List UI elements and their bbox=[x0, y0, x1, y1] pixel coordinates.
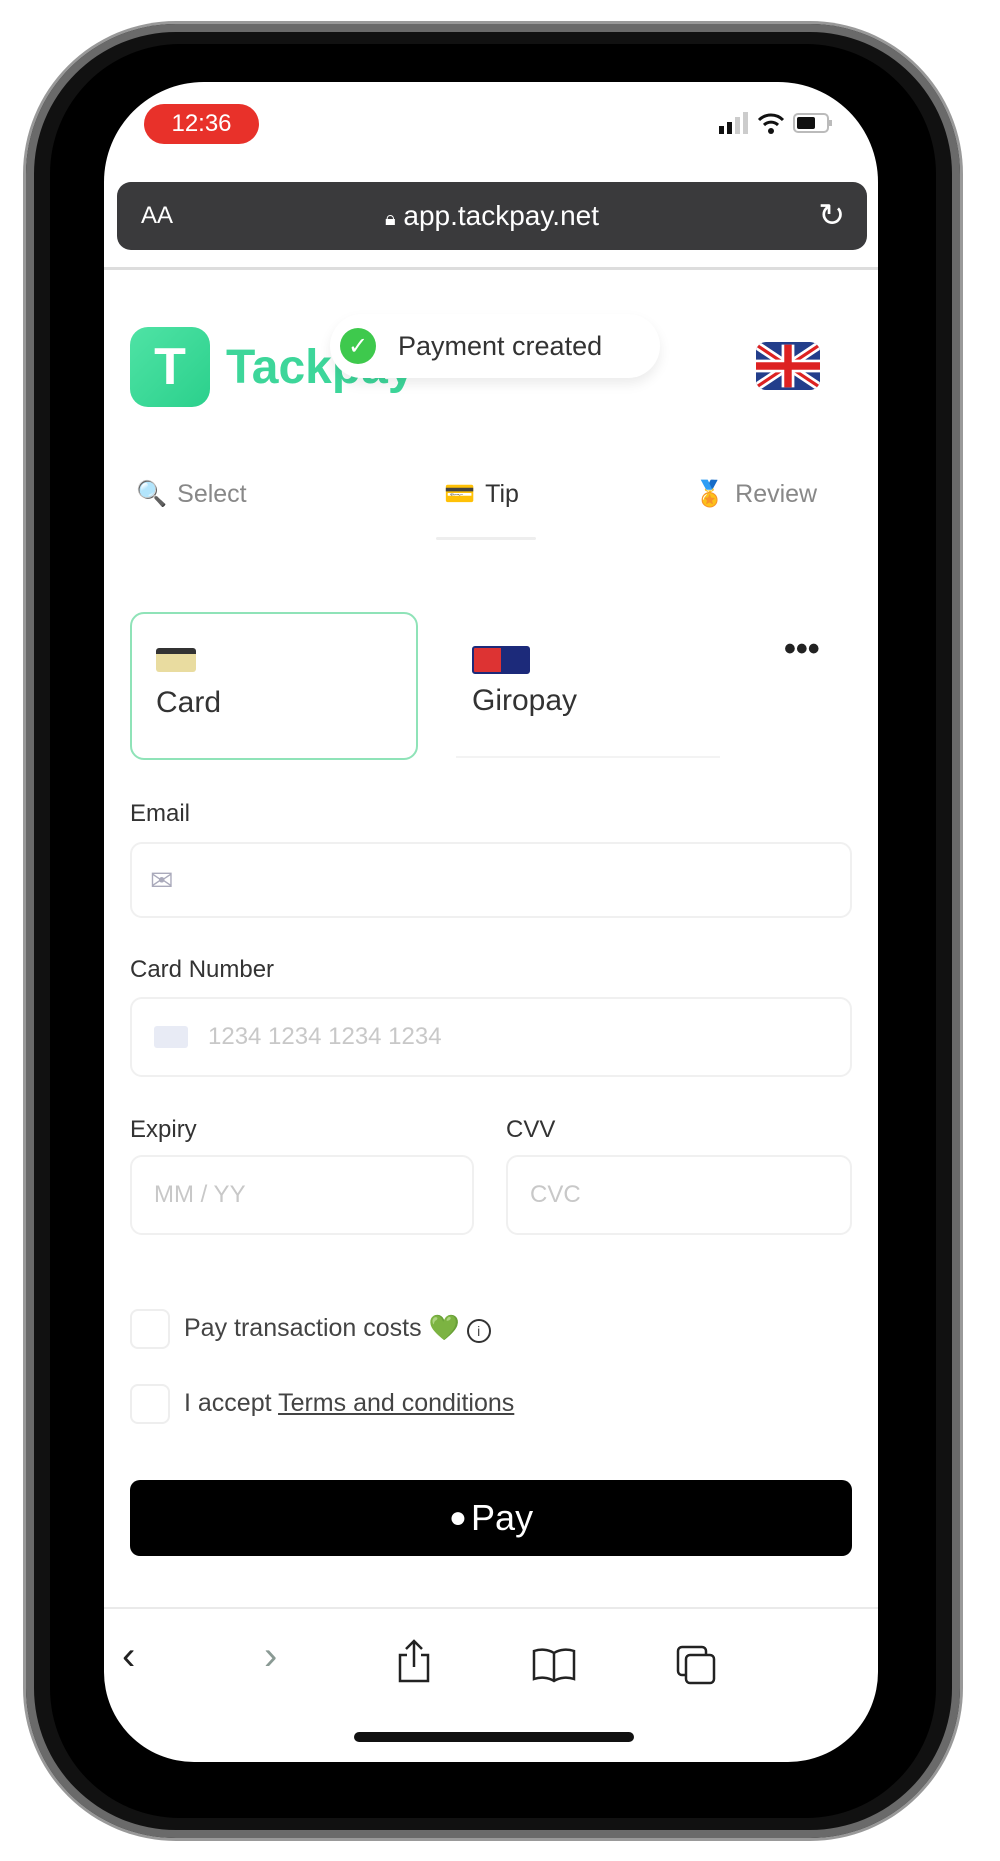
toast-text: Payment created bbox=[398, 330, 603, 361]
wifi-icon bbox=[757, 113, 785, 134]
lock-icon: 🔒︎ bbox=[384, 208, 396, 230]
expiry-label: Expiry bbox=[130, 1116, 197, 1143]
tabs-icon[interactable] bbox=[676, 1645, 716, 1685]
toolbar-divider bbox=[104, 1607, 878, 1609]
payment-method-label: Card bbox=[156, 686, 222, 719]
battery-icon bbox=[793, 113, 832, 133]
check-circle-icon: ✓ bbox=[340, 328, 376, 364]
tab-label: Review bbox=[735, 480, 818, 508]
email-field[interactable]: ✉ bbox=[130, 842, 852, 918]
terms-label: I accept Terms and conditions bbox=[184, 1389, 514, 1418]
cvv-label: CVV bbox=[506, 1116, 556, 1143]
uk-flag-icon[interactable] bbox=[756, 342, 820, 390]
toast-notification: ✓ Payment created bbox=[330, 314, 660, 378]
card-number-label: Card Number bbox=[130, 956, 275, 983]
card-icon bbox=[156, 648, 196, 672]
reload-icon[interactable]: ↻ bbox=[818, 196, 845, 234]
green-heart-icon: 💚 bbox=[428, 1314, 460, 1342]
bookmarks-icon[interactable] bbox=[532, 1647, 576, 1683]
payment-method-card[interactable]: Card bbox=[130, 612, 418, 760]
tab-label: Select bbox=[177, 480, 247, 508]
medal-icon: 🏅 bbox=[694, 480, 726, 508]
pay-costs-text: Pay transaction costs bbox=[184, 1314, 422, 1342]
expiry-placeholder: MM / YY bbox=[154, 1181, 246, 1208]
email-label: Email bbox=[130, 800, 191, 827]
address-bar[interactable]: AA 🔒︎ app.tackpay.net ↻ bbox=[117, 182, 867, 250]
payment-method-giropay[interactable]: Giropay bbox=[456, 612, 720, 758]
back-icon[interactable]: ‹ bbox=[122, 1634, 135, 1679]
envelope-icon: ✉ bbox=[150, 864, 174, 896]
terms-link[interactable]: Terms and conditions bbox=[278, 1389, 514, 1417]
search-icon: 🔍 bbox=[136, 480, 168, 508]
tab-label: Tip bbox=[485, 480, 519, 508]
cvv-placeholder: CVC bbox=[530, 1181, 581, 1208]
info-icon[interactable]: i bbox=[466, 1319, 491, 1343]
card-icon bbox=[154, 1026, 188, 1048]
divider bbox=[104, 267, 878, 270]
expiry-field[interactable]: MM / YY bbox=[130, 1155, 474, 1235]
payment-method-label: Giropay bbox=[472, 684, 578, 717]
url-display[interactable]: 🔒︎ app.tackpay.net bbox=[117, 200, 867, 232]
pay-costs-label: Pay transaction costs 💚 i bbox=[184, 1314, 491, 1343]
status-icons bbox=[719, 112, 833, 134]
cvv-field[interactable]: CVC bbox=[506, 1155, 852, 1235]
share-icon[interactable] bbox=[396, 1639, 432, 1683]
giropay-icon bbox=[472, 646, 530, 674]
phone-screen: 12:36 AA 🔒︎ app.tackpay.net ↻ T Tackpay … bbox=[104, 82, 878, 1762]
active-tab-indicator bbox=[436, 537, 536, 540]
tab-review[interactable]: 🏅 Review bbox=[694, 480, 817, 509]
tab-select[interactable]: 🔍 Select bbox=[136, 480, 247, 509]
forward-icon[interactable]: › bbox=[264, 1634, 277, 1679]
pay-costs-checkbox[interactable] bbox=[130, 1309, 170, 1349]
tab-tip[interactable]: 💳 Tip bbox=[444, 480, 519, 509]
credit-card-icon: 💳 bbox=[444, 480, 476, 508]
card-number-field[interactable]: 1234 1234 1234 1234 bbox=[130, 997, 852, 1077]
card-number-placeholder: 1234 1234 1234 1234 bbox=[208, 1023, 442, 1050]
apple-icon: ● bbox=[448, 1501, 468, 1534]
signal-icon bbox=[719, 112, 748, 134]
status-time: 12:36 bbox=[144, 104, 259, 144]
home-indicator[interactable] bbox=[354, 1732, 634, 1742]
url-text: app.tackpay.net bbox=[403, 200, 600, 231]
tackpay-logo-icon: T bbox=[130, 327, 210, 407]
more-methods-button[interactable]: ••• bbox=[784, 630, 820, 669]
accept-text: I accept bbox=[184, 1389, 272, 1417]
terms-checkbox[interactable] bbox=[130, 1384, 170, 1424]
apple-pay-button[interactable]: ● Pay bbox=[130, 1480, 852, 1556]
apple-pay-label: Pay bbox=[471, 1497, 534, 1538]
